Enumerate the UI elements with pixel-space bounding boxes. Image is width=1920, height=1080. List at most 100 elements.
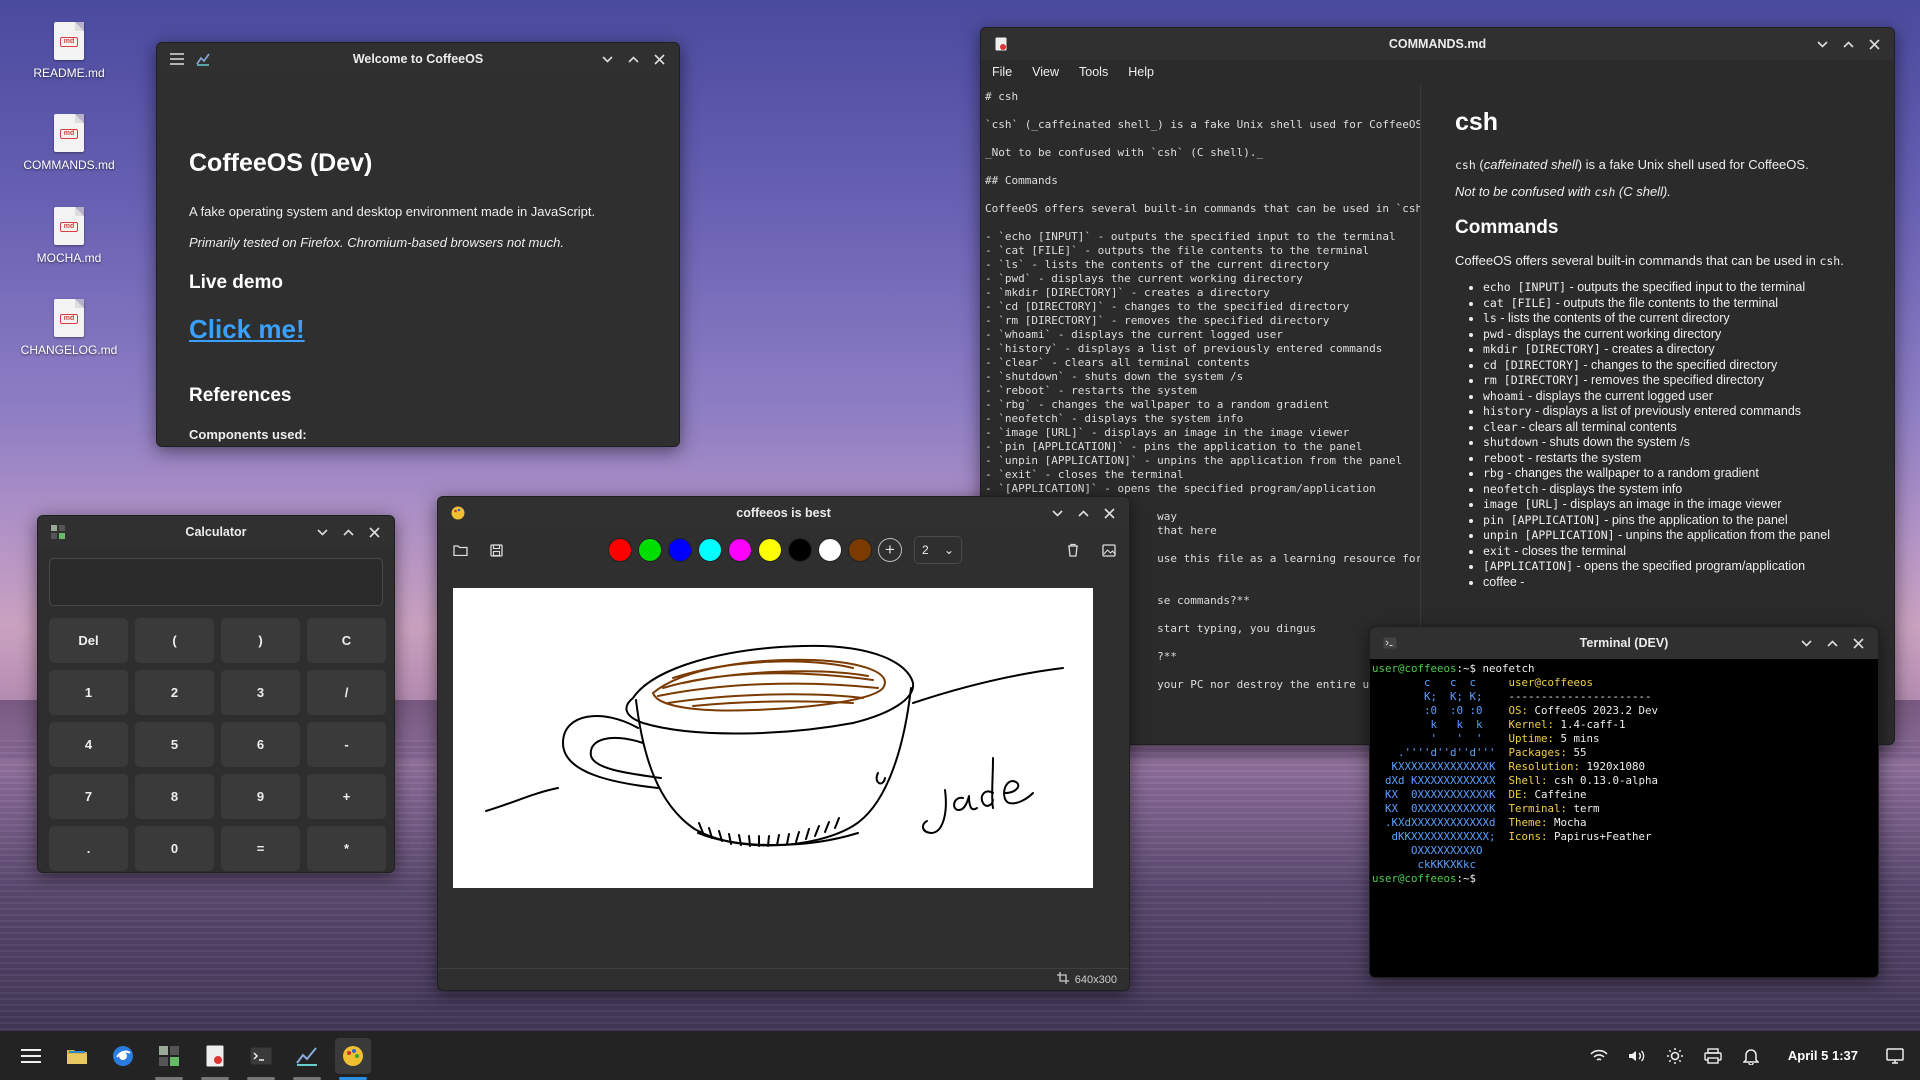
command-item: [APPLICATION] - opens the specified prog… xyxy=(1483,559,1860,575)
maximize-icon[interactable] xyxy=(625,51,641,67)
minimize-icon[interactable] xyxy=(1814,36,1830,52)
minimize-icon[interactable] xyxy=(314,524,330,540)
chevron-down-icon: ⌄ xyxy=(943,543,954,557)
calc-key[interactable]: 0 xyxy=(135,826,214,871)
calc-key[interactable]: 6 xyxy=(221,722,300,767)
image-export-icon[interactable] xyxy=(1099,540,1119,560)
maximize-icon[interactable] xyxy=(1840,36,1856,52)
notification-bell-icon[interactable] xyxy=(1740,1045,1762,1067)
brush-size-select[interactable]: 2 ⌄ xyxy=(914,536,962,564)
calc-key[interactable]: 2 xyxy=(135,670,214,715)
calc-key[interactable]: + xyxy=(307,774,386,819)
color-swatch[interactable] xyxy=(788,538,812,562)
desktop-file-mocha-md[interactable]: md MOCHA.md xyxy=(19,207,119,265)
volume-icon[interactable] xyxy=(1626,1045,1648,1067)
calc-key[interactable]: ) xyxy=(221,618,300,663)
maximize-icon[interactable] xyxy=(340,524,356,540)
clock[interactable]: April 5 1:37 xyxy=(1788,1048,1858,1063)
color-swatch[interactable] xyxy=(668,538,692,562)
color-swatch[interactable] xyxy=(758,538,782,562)
menu-tools[interactable]: Tools xyxy=(1079,65,1108,79)
system-tray: April 5 1:37 xyxy=(1588,1045,1920,1067)
menu-help[interactable]: Help xyxy=(1128,65,1154,79)
calc-key[interactable]: 3 xyxy=(221,670,300,715)
color-swatch[interactable] xyxy=(818,538,842,562)
commands-list: echo [INPUT] - outputs the specified inp… xyxy=(1483,280,1860,590)
color-swatch[interactable] xyxy=(848,538,872,562)
brightness-icon[interactable] xyxy=(1664,1045,1686,1067)
color-swatch[interactable] xyxy=(728,538,752,562)
calc-key[interactable]: * xyxy=(307,826,386,871)
markdown-file-icon: md xyxy=(54,22,84,60)
terminal-taskbar-icon[interactable] xyxy=(243,1038,279,1080)
welcome-window: Welcome to CoffeeOS CoffeeOS (Dev) A fak… xyxy=(156,42,680,447)
color-swatch[interactable] xyxy=(608,538,632,562)
markdown-badge: md xyxy=(60,314,78,324)
calculator-taskbar-icon[interactable] xyxy=(151,1038,187,1080)
start-menu-icon[interactable] xyxy=(13,1038,49,1074)
hamburger-menu-icon[interactable] xyxy=(169,51,185,67)
close-icon[interactable] xyxy=(1850,635,1866,651)
close-icon[interactable] xyxy=(651,51,667,67)
calc-key[interactable]: 7 xyxy=(49,774,128,819)
maximize-icon[interactable] xyxy=(1075,505,1091,521)
calc-key[interactable]: / xyxy=(307,670,386,715)
maximize-icon[interactable] xyxy=(1824,635,1840,651)
command-item: cat [FILE] - outputs the file contents t… xyxy=(1483,296,1860,312)
printer-icon[interactable] xyxy=(1702,1045,1724,1067)
command-item: neofetch - displays the system info xyxy=(1483,482,1860,498)
calc-key[interactable]: = xyxy=(221,826,300,871)
save-icon[interactable] xyxy=(486,540,506,560)
show-desktop-icon[interactable] xyxy=(1884,1045,1906,1067)
calculator-titlebar[interactable]: Calculator xyxy=(38,516,394,548)
open-folder-icon[interactable] xyxy=(450,540,470,560)
welcome-titlebar[interactable]: Welcome to CoffeeOS xyxy=(157,43,679,75)
welcome-taskbar-icon[interactable] xyxy=(289,1038,325,1080)
file-manager-icon[interactable] xyxy=(59,1038,95,1074)
calc-key[interactable]: 8 xyxy=(135,774,214,819)
terminal-output[interactable]: user@coffeeos:~$ neofetch c c c user@cof… xyxy=(1370,659,1878,889)
desktop-file-changelog-md[interactable]: md CHANGELOG.md xyxy=(19,299,119,357)
browser-icon[interactable] xyxy=(105,1038,141,1074)
minimize-icon[interactable] xyxy=(1049,505,1065,521)
close-icon[interactable] xyxy=(366,524,382,540)
calc-key[interactable]: 5 xyxy=(135,722,214,767)
calc-key[interactable]: - xyxy=(307,722,386,767)
preview-note: Not to be confused with csh (C shell). xyxy=(1455,184,1671,199)
add-color-icon[interactable]: + xyxy=(878,538,902,562)
close-icon[interactable] xyxy=(1866,36,1882,52)
calc-key[interactable]: 1 xyxy=(49,670,128,715)
command-item: cd [DIRECTORY] - changes to the specifie… xyxy=(1483,358,1860,374)
calc-key[interactable]: Del xyxy=(49,618,128,663)
terminal-titlebar[interactable]: Terminal (DEV) xyxy=(1370,627,1878,659)
wifi-icon[interactable] xyxy=(1588,1045,1610,1067)
minimize-icon[interactable] xyxy=(1798,635,1814,651)
trash-icon[interactable] xyxy=(1063,540,1083,560)
command-item: coffee - xyxy=(1483,575,1860,591)
text-editor-taskbar-icon[interactable] xyxy=(197,1038,233,1080)
command-item: exit - closes the terminal xyxy=(1483,544,1860,560)
commands-titlebar[interactable]: COMMANDS.md xyxy=(981,28,1894,60)
demo-link[interactable]: Click me! xyxy=(189,314,305,345)
desktop-file-label: COMMANDS.md xyxy=(23,158,115,172)
paint-taskbar-icon[interactable] xyxy=(335,1037,371,1080)
color-swatch[interactable] xyxy=(698,538,722,562)
color-swatch[interactable] xyxy=(638,538,662,562)
desktop-file-commands-md[interactable]: md COMMANDS.md xyxy=(19,114,119,172)
calc-key[interactable]: C xyxy=(307,618,386,663)
calculator-window: Calculator Del() C 1 2 3/ 4 5 6- 7 8 9 +. 0 = * xyxy=(37,515,395,873)
calc-key[interactable]: ( xyxy=(135,618,214,663)
calc-key[interactable]: 9 xyxy=(221,774,300,819)
command-item: ls - lists the contents of the current d… xyxy=(1483,311,1860,327)
paint-titlebar[interactable]: coffeeos is best xyxy=(438,497,1129,529)
menu-view[interactable]: View xyxy=(1032,65,1059,79)
calc-key[interactable]: . xyxy=(49,826,128,871)
minimize-icon[interactable] xyxy=(599,51,615,67)
calculator-display[interactable] xyxy=(49,558,383,606)
desktop-file-readme-md[interactable]: md README.md xyxy=(19,22,119,80)
drawing-canvas[interactable] xyxy=(453,588,1093,888)
calc-key[interactable]: 4 xyxy=(49,722,128,767)
menu-file[interactable]: File xyxy=(992,65,1012,79)
app-logo-icon xyxy=(195,51,211,67)
close-icon[interactable] xyxy=(1101,505,1117,521)
